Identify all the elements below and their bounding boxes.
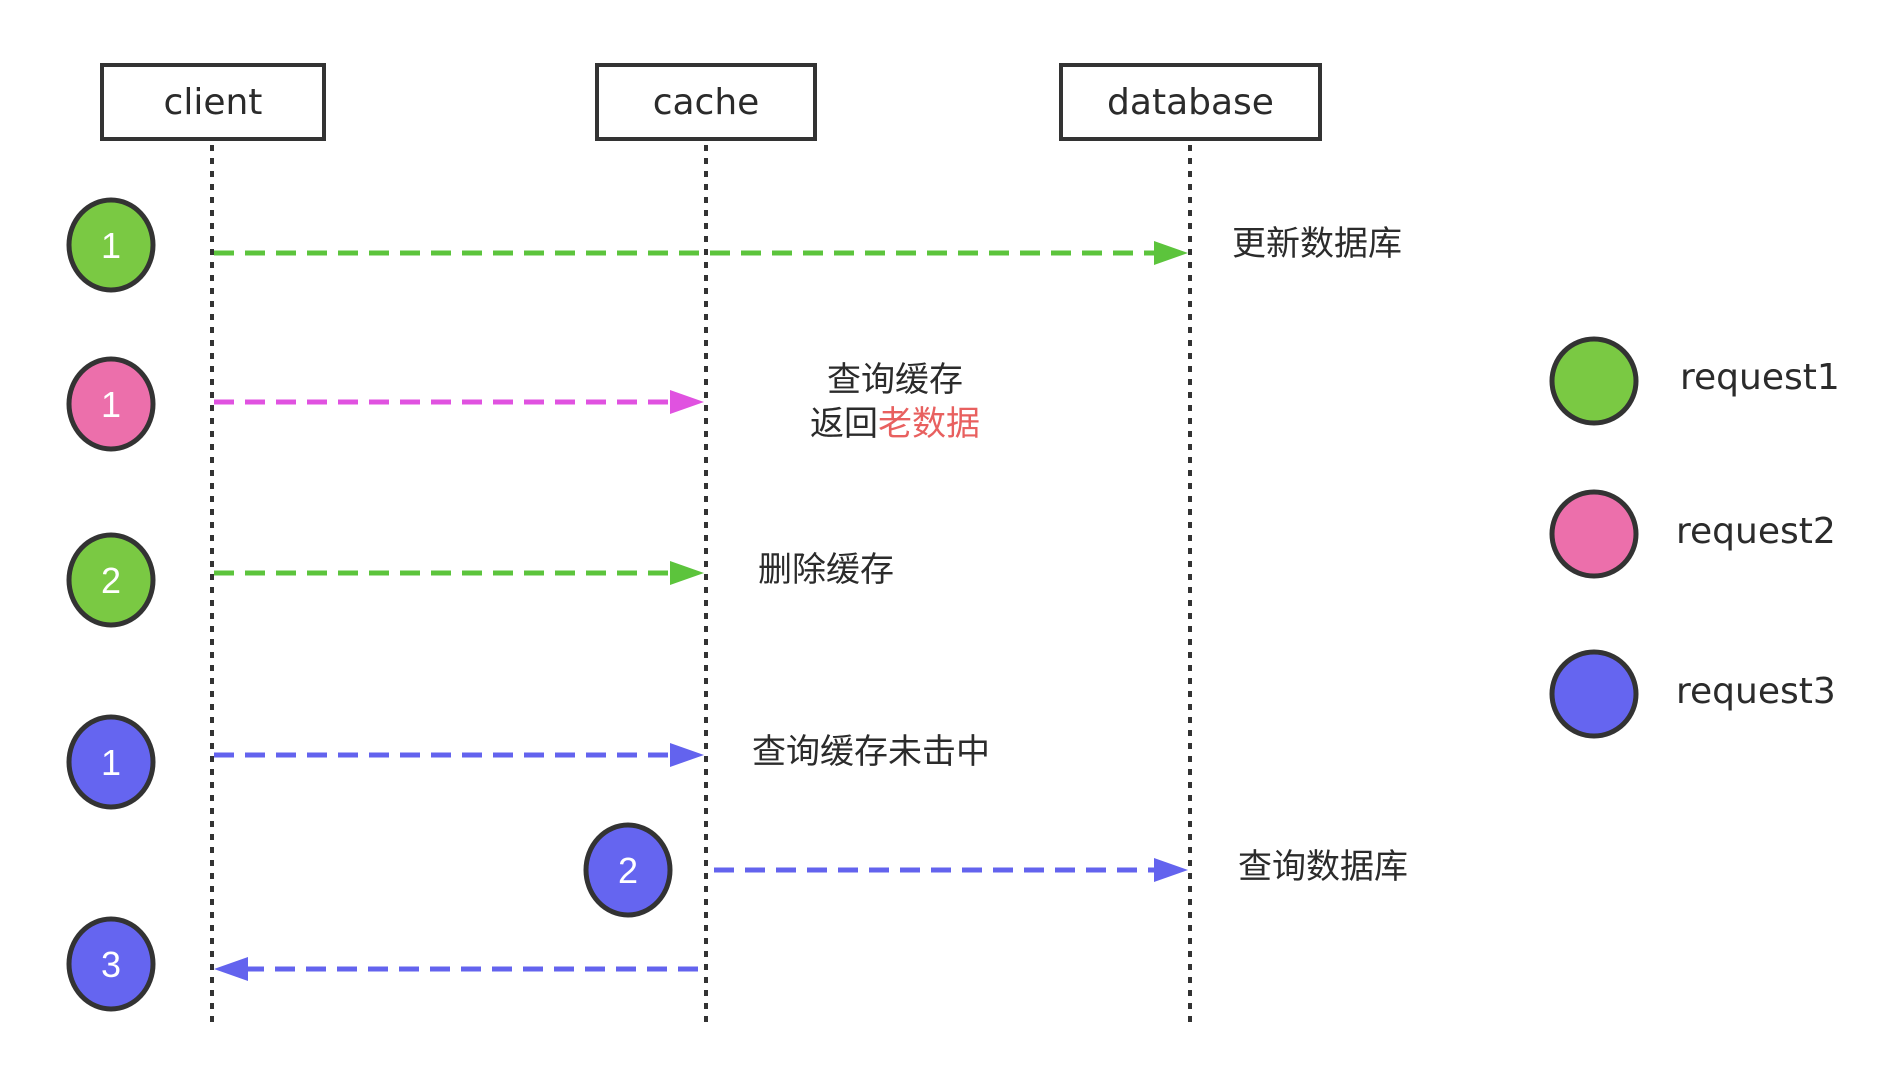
step-label-plain: 返回 xyxy=(810,404,878,445)
step-number-request1-2: 2 xyxy=(101,560,121,601)
step-label-query-db: 查询数据库 xyxy=(1238,847,1408,887)
diagram-canvas: 1 1 2 1 2 3 xyxy=(66,145,1639,1024)
step-label-line1: 查询缓存 xyxy=(827,360,963,400)
arrowhead-request2-step1 xyxy=(670,390,704,414)
step-label-query-cache-old-data: 查询缓存 返回老数据 xyxy=(800,358,990,446)
step-label-delete-cache: 删除缓存 xyxy=(758,550,894,590)
step-label-highlight: 老数据 xyxy=(878,404,980,445)
arrowhead-request1-step2 xyxy=(670,561,704,585)
step-label-update-db: 更新数据库 xyxy=(1232,224,1402,264)
step-number-request3-1: 1 xyxy=(101,742,121,783)
arrowhead-request3-step2 xyxy=(1154,858,1188,882)
step-label-line2: 返回老数据 xyxy=(800,402,990,446)
arrowhead-request3-step3 xyxy=(214,957,248,981)
actor-client-label: client xyxy=(163,81,263,123)
step-number-request3-2: 2 xyxy=(618,850,638,891)
actor-cache: cache xyxy=(595,63,817,141)
arrowhead-request3-step1 xyxy=(670,743,704,767)
step-label-cache-miss: 查询缓存未击中 xyxy=(752,732,990,772)
step-number-request3-3: 3 xyxy=(101,944,121,985)
sequence-diagram: 1 1 2 1 2 3 client cache database 更新数据库 查询缓存 … xyxy=(0,0,1898,1078)
step-number-request1-1: 1 xyxy=(101,225,121,266)
actor-database-label: database xyxy=(1107,81,1274,123)
step-number-request2-1: 1 xyxy=(101,384,121,425)
legend-label-request1: request1 xyxy=(1680,357,1840,398)
legend-label-request3: request3 xyxy=(1676,671,1836,712)
actor-cache-label: cache xyxy=(652,81,760,123)
legend-label-request2: request2 xyxy=(1676,511,1836,552)
actor-client: client xyxy=(100,63,326,141)
arrowhead-request1-step1 xyxy=(1154,241,1188,265)
legend-swatch-request3 xyxy=(1549,649,1639,739)
actor-database: database xyxy=(1059,63,1322,141)
legend-swatch-request2 xyxy=(1549,489,1639,579)
legend-swatch-request1 xyxy=(1549,336,1639,426)
